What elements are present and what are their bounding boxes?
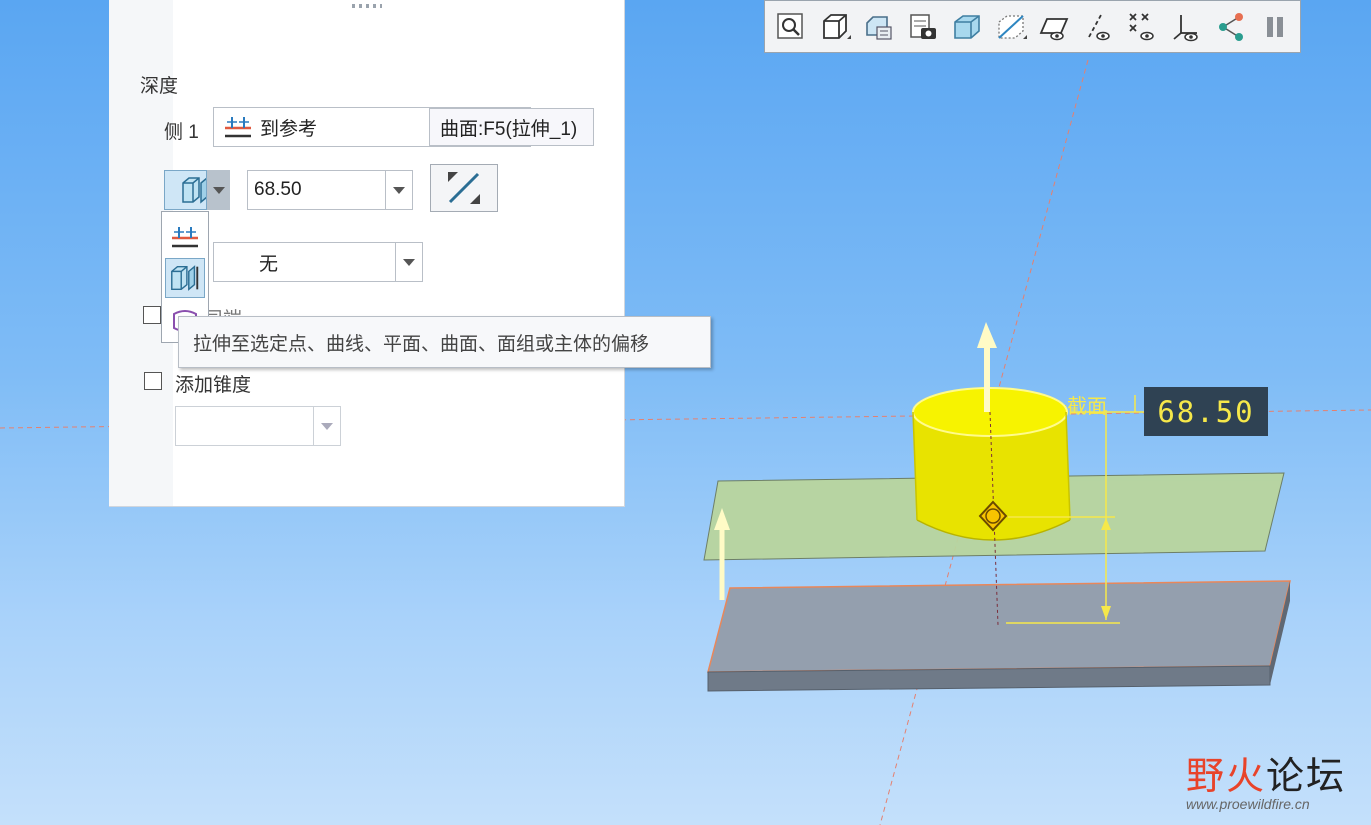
forum-watermark: 野火论坛 www.proewildfire.cn [1186,745,1346,812]
side1-depth-type-value: 到参考 [260,118,318,140]
to-reference-icon [172,227,198,248]
point-display-icon[interactable] [1127,11,1159,43]
offset-icon [171,265,199,291]
section-label: 截面 [1067,396,1107,418]
saved-views-icon[interactable] [863,11,895,43]
chevron-down-icon[interactable] [395,243,422,281]
chevron-down-icon[interactable] [313,407,340,445]
to-reference-icon [225,117,251,138]
plane-display-icon[interactable] [1039,11,1071,43]
offset-type-dropdown-arrow[interactable] [206,170,230,210]
reference-collector[interactable]: 曲面:F5(拉伸_1) [429,108,594,146]
csys-display-icon[interactable] [1171,11,1203,43]
offset-tooltip: 拉伸至选定点、曲线、平面、曲面、面组或主体的偏移 [178,316,711,368]
watermark-brand-1: 野火 [1186,754,1267,798]
watermark-brand-2: 论坛 [1266,754,1347,798]
offset-value-input[interactable]: 68.50 [247,170,413,210]
perspective-icon[interactable] [951,11,983,43]
trim-checkbox[interactable] [143,306,161,324]
side1-label: 侧 1 [164,122,199,143]
axis-display-icon[interactable] [1083,11,1115,43]
pause-icon[interactable] [1259,11,1291,43]
reference-value: 曲面:F5(拉伸_1) [440,118,578,140]
draft-value-dropdown[interactable] [175,406,341,446]
base-block [707,580,1291,692]
menu-item-offset[interactable] [165,258,205,298]
side2-value: 无 [259,253,279,275]
flip-direction-icon [448,172,480,204]
view-manager-icon[interactable] [907,11,939,43]
graphics-toolbar [764,0,1301,53]
annotation-display-icon[interactable] [1215,11,1247,43]
side2-depth-type-dropdown[interactable]: 无 [213,242,423,282]
flip-direction-button[interactable] [430,164,498,212]
panel-grip[interactable] [352,4,382,8]
offset-value: 68.50 [254,179,302,200]
section-title-depth: 深度 [140,76,179,97]
menu-item-to-reference[interactable] [166,218,204,256]
add-draft-checkbox[interactable] [144,372,162,390]
chevron-down-icon[interactable] [385,171,412,209]
depth-dimension-value[interactable]: 68.50 [1144,387,1268,436]
add-draft-label: 添加锥度 [175,375,252,396]
display-style-icon[interactable] [819,11,851,43]
section-icon[interactable] [995,11,1027,43]
zoom-icon[interactable] [775,11,807,43]
